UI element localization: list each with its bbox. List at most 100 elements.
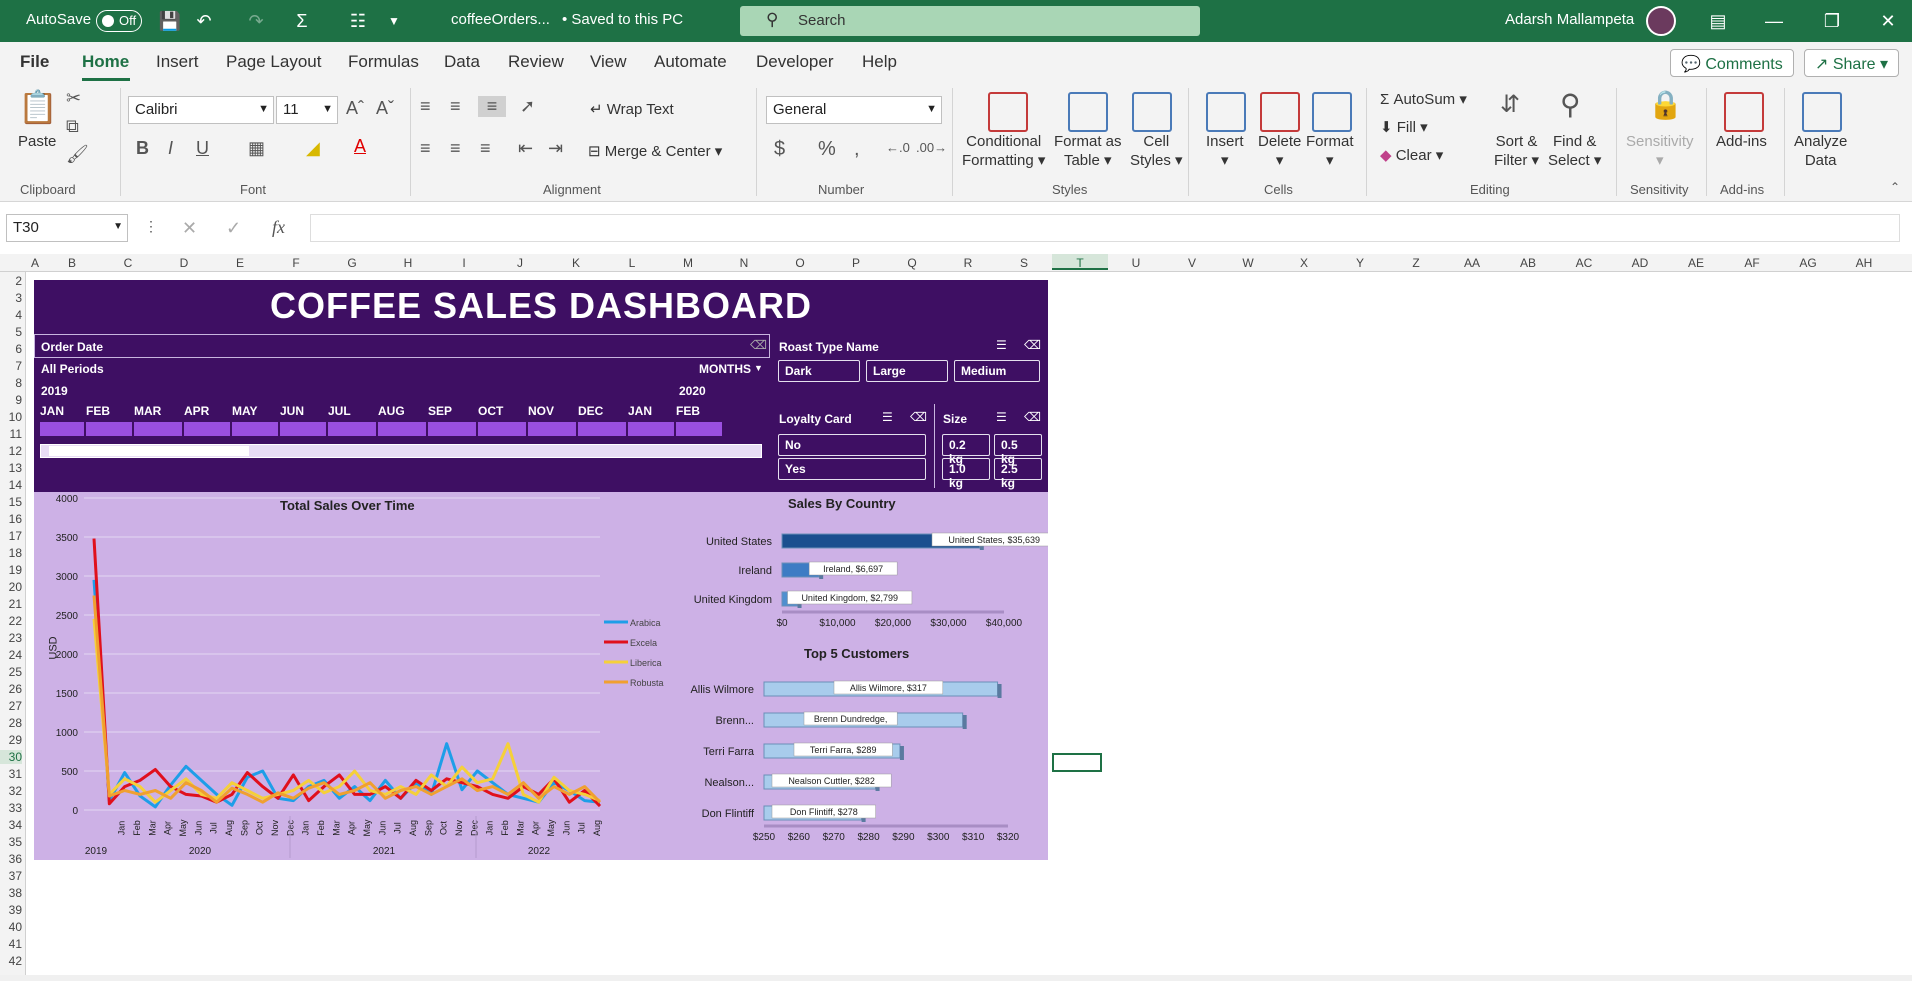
row-header-33[interactable]: 33	[0, 801, 22, 815]
sensitivity-button[interactable]: Sensitivity ▾	[1626, 132, 1694, 170]
row-header-18[interactable]: 18	[0, 546, 22, 560]
fill-button[interactable]: ⬇ Fill ▾	[1380, 118, 1428, 137]
save-status[interactable]: • Saved to this PC	[562, 11, 683, 28]
row-header-14[interactable]: 14	[0, 478, 22, 492]
column-header-AG[interactable]: AG	[1780, 256, 1836, 270]
close-icon[interactable]: ✕	[1876, 9, 1900, 33]
align-right-icon[interactable]: ≡	[480, 138, 491, 159]
align-top-icon[interactable]: ≡	[420, 96, 431, 117]
name-box[interactable]: T30 ▼	[6, 214, 128, 242]
top-customers-chart[interactable]: Top 5 Customers $250 $260 $270 $280 $290 $300…	[666, 640, 1048, 860]
ribbon-display-icon[interactable]: ▤	[1706, 9, 1730, 33]
cell-styles-icon[interactable]	[1132, 92, 1172, 132]
align-left-icon[interactable]: ≡	[420, 138, 431, 159]
row-header-19[interactable]: 19	[0, 563, 22, 577]
cut-icon[interactable]: ✂	[66, 88, 81, 109]
row-header-27[interactable]: 27	[0, 699, 22, 713]
size-1-0[interactable]: 1.0 kg	[942, 458, 990, 490]
align-bottom-icon[interactable]: ≡	[478, 96, 506, 117]
format-as-table-icon[interactable]	[1068, 92, 1108, 132]
format-painter-icon[interactable]: 🖌	[66, 144, 89, 165]
align-middle-icon[interactable]: ≡	[450, 96, 461, 117]
autosum-qa-icon[interactable]: Σ	[290, 9, 314, 33]
tab-file[interactable]: File	[20, 52, 49, 72]
sort-filter-button[interactable]: Sort & Filter ▾	[1494, 132, 1539, 170]
fill-color-icon[interactable]: ◢	[306, 138, 320, 159]
column-header-AF[interactable]: AF	[1724, 256, 1780, 270]
align-center-icon[interactable]: ≡	[450, 138, 461, 159]
tab-formulas[interactable]: Formulas	[348, 52, 419, 72]
row-header-32[interactable]: 32	[0, 784, 22, 798]
comma-icon[interactable]: ,	[854, 138, 860, 161]
row-header-13[interactable]: 13	[0, 461, 22, 475]
decrease-indent-icon[interactable]: ⇤	[518, 138, 533, 159]
timeline-month-bar[interactable]	[478, 422, 526, 436]
save-icon[interactable]: 💾	[158, 9, 182, 33]
paste-label[interactable]: Paste	[18, 132, 56, 151]
autosum-button[interactable]: Σ AutoSum ▾	[1380, 90, 1467, 109]
copy-icon[interactable]: ⧉	[66, 116, 79, 137]
delete-cells-button[interactable]: Delete ▾	[1258, 132, 1301, 170]
row-header-11[interactable]: 11	[0, 427, 22, 441]
row-header-4[interactable]: 4	[0, 308, 22, 322]
row-header-7[interactable]: 7	[0, 359, 22, 373]
row-header-35[interactable]: 35	[0, 835, 22, 849]
column-header-Q[interactable]: Q	[884, 256, 940, 270]
timeline-month-bar[interactable]	[86, 422, 132, 436]
row-header-3[interactable]: 3	[0, 291, 22, 305]
column-header-R[interactable]: R	[940, 256, 996, 270]
row-header-10[interactable]: 10	[0, 410, 22, 424]
timeline-month-bar[interactable]	[628, 422, 674, 436]
sort-filter-icon[interactable]: ⇵	[1500, 90, 1520, 119]
row-header-39[interactable]: 39	[0, 903, 22, 917]
tab-data[interactable]: Data	[444, 52, 480, 72]
size-0-5[interactable]: 0.5 kg	[994, 434, 1042, 466]
column-header-Y[interactable]: Y	[1332, 256, 1388, 270]
undo-icon[interactable]: ↶	[192, 9, 216, 33]
search-box[interactable]: ⚲ Search	[740, 6, 1200, 36]
format-cells-button[interactable]: Format ▾	[1306, 132, 1354, 170]
column-header-AD[interactable]: AD	[1612, 256, 1668, 270]
tab-insert[interactable]: Insert	[156, 52, 199, 72]
column-header-F[interactable]: F	[268, 256, 324, 270]
size-2-5[interactable]: 2.5 kg	[994, 458, 1042, 490]
timeline-level[interactable]: MONTHS	[699, 362, 751, 376]
row-header-36[interactable]: 36	[0, 852, 22, 866]
collapse-ribbon-icon[interactable]: ⌃	[1890, 180, 1900, 194]
row-header-40[interactable]: 40	[0, 920, 22, 934]
row-header-34[interactable]: 34	[0, 818, 22, 832]
cancel-icon[interactable]: ✕	[182, 218, 197, 239]
row-header-15[interactable]: 15	[0, 495, 22, 509]
column-header-AA[interactable]: AA	[1444, 256, 1500, 270]
loyalty-no[interactable]: No	[778, 434, 926, 456]
orientation-icon[interactable]: ➚	[520, 96, 535, 117]
column-header-X[interactable]: X	[1276, 256, 1332, 270]
tab-home[interactable]: Home	[82, 52, 129, 72]
avatar[interactable]	[1646, 6, 1676, 36]
timeline-month-bar[interactable]	[232, 422, 278, 436]
sheet-tabs[interactable]	[0, 975, 1912, 981]
share-button[interactable]: ↗ Share ▾	[1804, 49, 1900, 77]
multi-select-icon[interactable]: ☰	[996, 338, 1007, 352]
timeline-month-bar[interactable]	[40, 422, 84, 436]
add-ins-button[interactable]: Add-ins	[1716, 132, 1767, 151]
tab-help[interactable]: Help	[862, 52, 897, 72]
sales-by-country-chart[interactable]: Sales By Country $0 $10,000 $20,000 $30,000…	[666, 492, 1048, 640]
multi-select-icon[interactable]: ☰	[996, 410, 1007, 424]
selected-cell[interactable]	[1052, 753, 1102, 772]
row-header-12[interactable]: 12	[0, 444, 22, 458]
conditional-formatting-button[interactable]: Conditional Formatting ▾	[962, 132, 1045, 170]
timeline-month-bar[interactable]	[676, 422, 722, 436]
format-cells-icon[interactable]	[1312, 92, 1352, 132]
row-header-24[interactable]: 24	[0, 648, 22, 662]
font-name-select[interactable]: Calibri ▼	[128, 96, 274, 124]
row-header-16[interactable]: 16	[0, 512, 22, 526]
analyze-data-button[interactable]: Analyze Data	[1794, 132, 1847, 170]
timeline-scrollbar[interactable]	[40, 444, 762, 458]
loyalty-yes[interactable]: Yes	[778, 458, 926, 480]
hierarchy-icon[interactable]: ☷	[346, 9, 370, 33]
row-header-17[interactable]: 17	[0, 529, 22, 543]
autosave-toggle[interactable]: Off	[96, 10, 142, 32]
row-header-6[interactable]: 6	[0, 342, 22, 356]
find-select-button[interactable]: Find & Select ▾	[1548, 132, 1601, 170]
